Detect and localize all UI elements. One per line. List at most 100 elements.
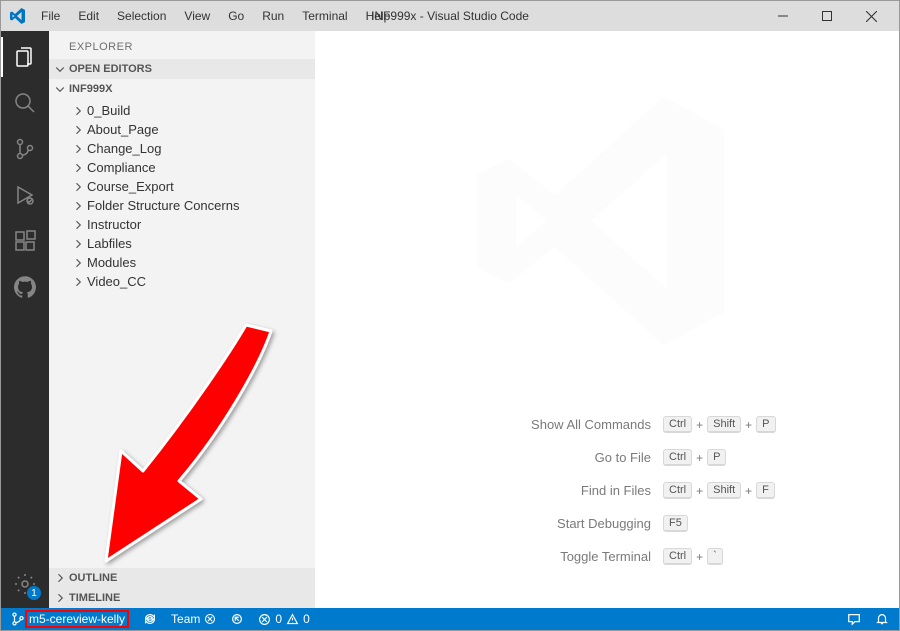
- github-icon[interactable]: [1, 267, 49, 307]
- menu-view[interactable]: View: [176, 5, 218, 27]
- folder-tree: 0_Build About_Page Change_Log Compliance…: [49, 99, 315, 293]
- menu-go[interactable]: Go: [220, 5, 252, 27]
- tree-folder[interactable]: Video_CC: [49, 272, 315, 291]
- status-live-share-icon[interactable]: [228, 612, 246, 626]
- folder-label: 0_Build: [87, 103, 130, 118]
- window-minimize-button[interactable]: [761, 1, 805, 31]
- kbd: P: [707, 449, 726, 466]
- kbd: `: [707, 548, 723, 565]
- status-team[interactable]: Team: [169, 612, 218, 626]
- shortcut-label: Toggle Terminal: [351, 549, 651, 564]
- tree-folder[interactable]: Compliance: [49, 158, 315, 177]
- activity-bar: 1: [1, 31, 49, 608]
- explorer-icon[interactable]: [1, 37, 49, 77]
- tree-folder[interactable]: About_Page: [49, 120, 315, 139]
- folder-label: Labfiles: [87, 236, 132, 251]
- app-logo-icon: [9, 7, 27, 25]
- outline-label: OUTLINE: [69, 572, 117, 584]
- settings-badge: 1: [27, 586, 41, 600]
- chevron-right-icon: [71, 161, 85, 175]
- explorer-sidebar: EXPLORER OPEN EDITORS INF999X 0_Build Ab…: [49, 31, 315, 608]
- folder-label: Compliance: [87, 160, 156, 175]
- folder-label: Course_Export: [87, 179, 174, 194]
- tree-folder[interactable]: Change_Log: [49, 139, 315, 158]
- project-label: INF999X: [69, 83, 112, 95]
- chevron-right-icon: [71, 275, 85, 289]
- shortcut-label: Go to File: [351, 450, 651, 465]
- menu-terminal[interactable]: Terminal: [294, 5, 355, 27]
- folder-label: Folder Structure Concerns: [87, 198, 239, 213]
- chevron-right-icon: [71, 199, 85, 213]
- annotation-highlight: m5-cereview-kelly: [25, 610, 129, 628]
- status-sync-icon[interactable]: [141, 612, 159, 626]
- kbd: Ctrl: [663, 416, 692, 433]
- chevron-right-icon: [53, 591, 67, 605]
- menu-file[interactable]: File: [33, 5, 68, 27]
- kbd: Shift: [707, 416, 741, 433]
- kbd: F5: [663, 515, 688, 532]
- tree-folder[interactable]: Instructor: [49, 215, 315, 234]
- timeline-label: TIMELINE: [69, 592, 120, 604]
- tree-folder[interactable]: 0_Build: [49, 101, 315, 120]
- team-label: Team: [171, 612, 200, 626]
- chevron-right-icon: [71, 104, 85, 118]
- window-close-button[interactable]: [849, 1, 893, 31]
- welcome-shortcuts: Show All Commands Ctrl+ Shift+ P Go to F…: [315, 416, 899, 565]
- window-title: INF999x - Visual Studio Code: [371, 9, 529, 23]
- chevron-right-icon: [71, 142, 85, 156]
- menu-run[interactable]: Run: [254, 5, 292, 27]
- status-bar: m5-cereview-kelly Team 0 0: [1, 608, 899, 630]
- title-bar: File Edit Selection View Go Run Terminal…: [1, 1, 899, 31]
- chevron-right-icon: [71, 237, 85, 251]
- folder-label: Video_CC: [87, 274, 146, 289]
- settings-gear-icon[interactable]: 1: [1, 564, 49, 604]
- outline-header[interactable]: OUTLINE: [49, 568, 315, 588]
- tree-folder[interactable]: Modules: [49, 253, 315, 272]
- status-feedback-icon[interactable]: [845, 612, 863, 626]
- shortcut-label: Find in Files: [351, 483, 651, 498]
- open-editors-header[interactable]: OPEN EDITORS: [49, 59, 315, 79]
- chevron-down-icon: [53, 82, 67, 96]
- chevron-right-icon: [71, 256, 85, 270]
- tree-folder[interactable]: Labfiles: [49, 234, 315, 253]
- error-count: 0: [275, 612, 282, 626]
- chevron-right-icon: [71, 123, 85, 137]
- shortcut-label: Start Debugging: [351, 516, 651, 531]
- kbd: Shift: [707, 482, 741, 499]
- folder-label: Change_Log: [87, 141, 161, 156]
- chevron-right-icon: [71, 180, 85, 194]
- vscode-watermark-icon: [477, 91, 737, 351]
- search-icon[interactable]: [1, 83, 49, 123]
- menu-edit[interactable]: Edit: [70, 5, 107, 27]
- open-editors-label: OPEN EDITORS: [69, 63, 152, 75]
- kbd: Ctrl: [663, 482, 692, 499]
- status-problems[interactable]: 0 0: [256, 612, 311, 626]
- tree-folder[interactable]: Course_Export: [49, 177, 315, 196]
- timeline-header[interactable]: TIMELINE: [49, 588, 315, 608]
- project-header[interactable]: INF999X: [49, 79, 315, 99]
- folder-label: About_Page: [87, 122, 159, 137]
- chevron-right-icon: [71, 218, 85, 232]
- source-control-icon[interactable]: [1, 129, 49, 169]
- folder-label: Modules: [87, 255, 136, 270]
- chevron-down-icon: [53, 62, 67, 76]
- explorer-title: EXPLORER: [49, 31, 315, 59]
- branch-name: m5-cereview-kelly: [29, 612, 125, 626]
- editor-welcome: Show All Commands Ctrl+ Shift+ P Go to F…: [315, 31, 899, 608]
- menu-selection[interactable]: Selection: [109, 5, 174, 27]
- window-maximize-button[interactable]: [805, 1, 849, 31]
- folder-label: Instructor: [87, 217, 141, 232]
- tree-folder[interactable]: Folder Structure Concerns: [49, 196, 315, 215]
- status-bell-icon[interactable]: [873, 612, 891, 626]
- warning-count: 0: [303, 612, 310, 626]
- kbd: F: [756, 482, 775, 499]
- kbd: Ctrl: [663, 449, 692, 466]
- shortcut-label: Show All Commands: [351, 417, 651, 432]
- kbd: Ctrl: [663, 548, 692, 565]
- main-menu: File Edit Selection View Go Run Terminal…: [33, 5, 398, 27]
- run-debug-icon[interactable]: [1, 175, 49, 215]
- status-branch[interactable]: m5-cereview-kelly: [9, 610, 131, 628]
- chevron-right-icon: [53, 571, 67, 585]
- extensions-icon[interactable]: [1, 221, 49, 261]
- kbd: P: [756, 416, 775, 433]
